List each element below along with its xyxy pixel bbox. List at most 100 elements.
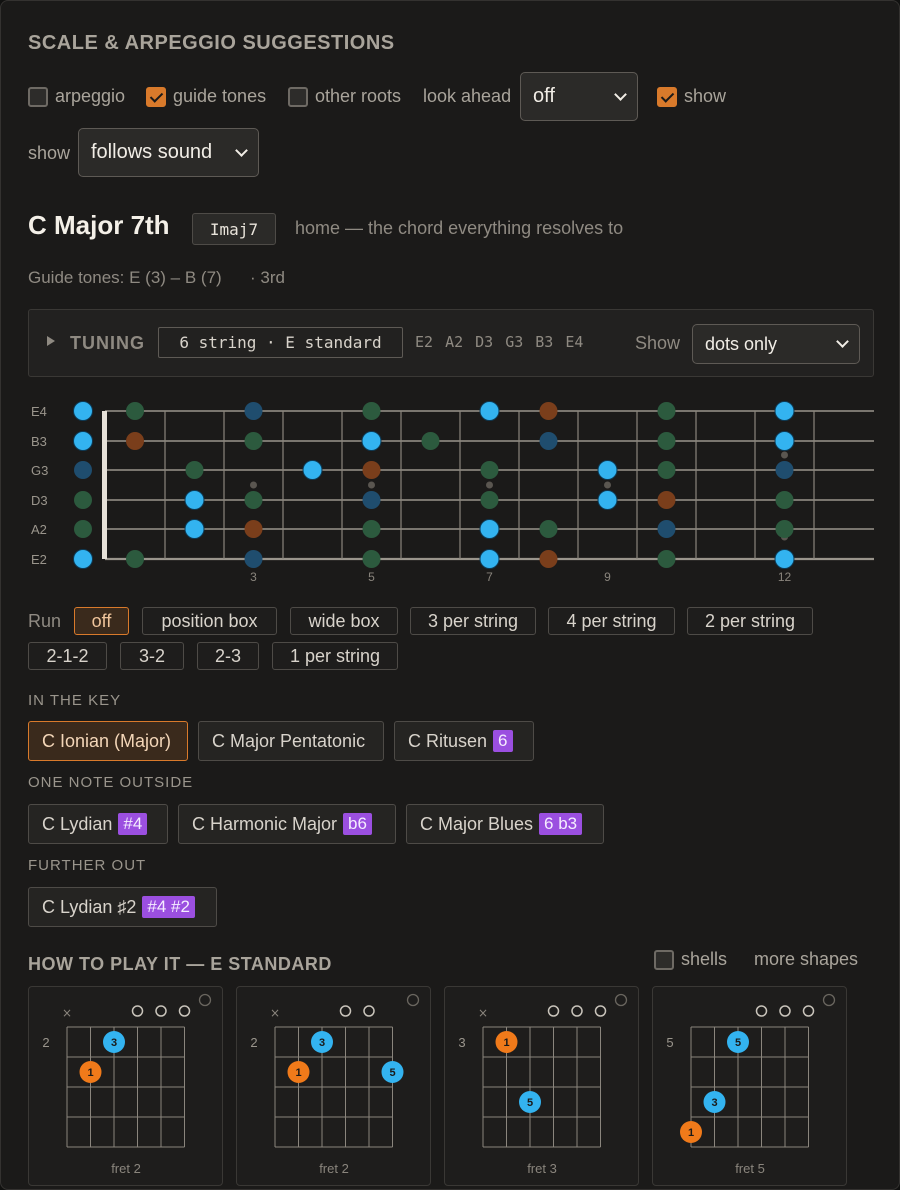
guide-tones-checkbox[interactable]: guide tones: [146, 86, 266, 107]
suggestions-panel: SCALE & ARPEGGIO SUGGESTIONS arpeggio gu…: [0, 0, 900, 1190]
scale-c-major-pentatonic[interactable]: C Major Pentatonic: [198, 721, 384, 761]
scale-note-dot: [185, 461, 204, 479]
other-roots-checkbox[interactable]: other roots: [288, 86, 401, 107]
favorite-circle-icon: [822, 993, 836, 1007]
open-string-mark: [755, 1005, 768, 1017]
fret-show-select[interactable]: dots only: [692, 324, 860, 364]
scale-tag: #4 #2: [142, 896, 195, 918]
chord-tone-dot: [302, 460, 323, 480]
run-option-3-2[interactable]: 3-2: [120, 642, 184, 670]
open-string-mark: [178, 1005, 191, 1017]
interval-label: 5: [527, 1097, 533, 1109]
chord-tone-dot: [597, 460, 618, 480]
scale-name: C Lydian: [42, 813, 113, 834]
chord-shape-card[interactable]: 5 1 3 5 fret 5: [652, 986, 847, 1186]
run-option-position-box[interactable]: position box: [142, 607, 277, 635]
panel-title: SCALE & ARPEGGIO SUGGESTIONS: [28, 32, 395, 54]
show-mode-select[interactable]: follows sound: [78, 128, 259, 177]
start-fret-number: 3: [458, 1035, 465, 1050]
open-string-mark: [155, 1005, 167, 1017]
chord-tone-dot: [774, 431, 795, 451]
interval-label: 3: [711, 1097, 717, 1109]
tuning-value[interactable]: 6 string · E standard: [158, 327, 403, 358]
scale-c-lydian[interactable]: C Lydian #4: [28, 804, 168, 844]
run-option-4-per-string[interactable]: 4 per string: [548, 607, 675, 635]
scale-name: C Major Pentatonic: [212, 730, 366, 751]
run-option-2-3[interactable]: 2-3: [197, 642, 259, 670]
run-option-off[interactable]: off: [74, 607, 129, 635]
scale-c-harmonic-major[interactable]: C Harmonic Major b6: [178, 804, 396, 844]
chord-tone-dot: [73, 549, 93, 569]
scale-tag: b6: [343, 813, 372, 835]
scale-note-dot: [244, 432, 263, 450]
open-string-mark: [339, 1005, 352, 1017]
fretboard[interactable]: E4 B3 G3 D3 A2 E2 3 5 7 9 12: [1, 391, 900, 591]
run-option-2-1-2[interactable]: 2-1-2: [28, 642, 107, 670]
more-shapes-link[interactable]: more shapes: [754, 949, 858, 970]
scale-c-major-blues[interactable]: C Major Blues 6 b3: [406, 804, 604, 844]
muted-string-mark: ×: [478, 1006, 488, 1020]
scale-note-dot: [362, 520, 381, 538]
scale-note-dot: [362, 402, 381, 420]
chord-diagram: × 2 1 3 5 fret 2: [250, 993, 420, 1176]
string-label: G3: [31, 463, 48, 478]
arpeggio-checkbox[interactable]: arpeggio: [28, 86, 125, 107]
open-string-mark: [363, 1005, 375, 1017]
scale-c-ionian[interactable]: C Ionian (Major): [28, 721, 188, 761]
chord-shape-card[interactable]: × 2 1 3 5 fret 2: [236, 986, 431, 1186]
scale-name: C Harmonic Major: [192, 813, 338, 834]
guide-tones-text: Guide tones: E (3) – B (7): [28, 268, 222, 287]
run-option-2-per-string[interactable]: 2 per string: [687, 607, 813, 635]
run-option-3-per-string[interactable]: 3 per string: [410, 607, 536, 635]
scale-note-dot: [126, 402, 144, 420]
interval-label: 5: [735, 1037, 741, 1049]
scale-note-dot: [421, 432, 440, 450]
interval-label: 1: [503, 1037, 509, 1049]
look-ahead-select[interactable]: off: [520, 72, 638, 121]
tuning-string: G3: [505, 333, 524, 351]
open-string-mark: [779, 1005, 791, 1017]
scale-note-dot: [657, 491, 676, 509]
scale-note-dot: [775, 520, 794, 538]
tuning-string: B3: [535, 333, 554, 351]
inlay-marker: [604, 481, 611, 489]
scale-c-ritusen[interactable]: C Ritusen 6: [394, 721, 534, 761]
tuning-string: E2: [415, 333, 434, 351]
expand-triangle-icon[interactable]: [47, 336, 55, 346]
shells-checkbox[interactable]: shells: [654, 949, 727, 970]
muted-string-mark: ×: [270, 1006, 280, 1020]
string-label: E4: [31, 404, 47, 419]
one-out-heading: ONE NOTE OUTSIDE: [28, 774, 194, 791]
show-checkbox[interactable]: show: [657, 86, 726, 107]
roman-numeral-badge: Imaj7: [192, 213, 276, 245]
favorite-circle-icon: [198, 993, 212, 1007]
chord-shape-card[interactable]: × 3 1 5 fret 3: [444, 986, 639, 1186]
scale-note-dot: [74, 491, 92, 509]
chord-tone-dot: [184, 519, 205, 539]
guide-tones-extra: · 3rd: [250, 268, 285, 287]
scale-tag: #4: [118, 813, 148, 835]
guide-tones-box[interactable]: [146, 86, 166, 107]
inlay-marker: [486, 481, 493, 489]
look-ahead-value: off: [533, 85, 555, 107]
chevron-down-icon: [614, 87, 627, 101]
scale-c-lydian-sharp2[interactable]: C Lydian ♯2 #4 #2: [28, 887, 217, 927]
further-out-heading: FURTHER OUT: [28, 857, 147, 874]
run-option-1-per-string[interactable]: 1 per string: [272, 642, 398, 670]
chord-diagram: × 3 1 5 fret 3: [458, 993, 628, 1176]
chord-tone-dot: [479, 401, 500, 421]
fret-show-label: Show: [635, 333, 681, 353]
chevron-down-icon: [235, 143, 248, 157]
other-roots-box[interactable]: [288, 86, 308, 107]
scale-note-dot: [657, 550, 676, 568]
shells-label: shells: [681, 949, 728, 969]
chord-tone-dot: [774, 401, 795, 421]
shells-box[interactable]: [654, 949, 674, 970]
chord-shape-card[interactable]: × 2 1 3 fret 2: [28, 986, 223, 1186]
show-box[interactable]: [657, 86, 677, 107]
run-option-wide-box[interactable]: wide box: [290, 607, 398, 635]
scale-note-dot: [657, 461, 676, 479]
show-mode-value: follows sound: [91, 141, 213, 163]
chord-tone-dot: [184, 490, 205, 510]
arpeggio-box[interactable]: [28, 86, 48, 107]
